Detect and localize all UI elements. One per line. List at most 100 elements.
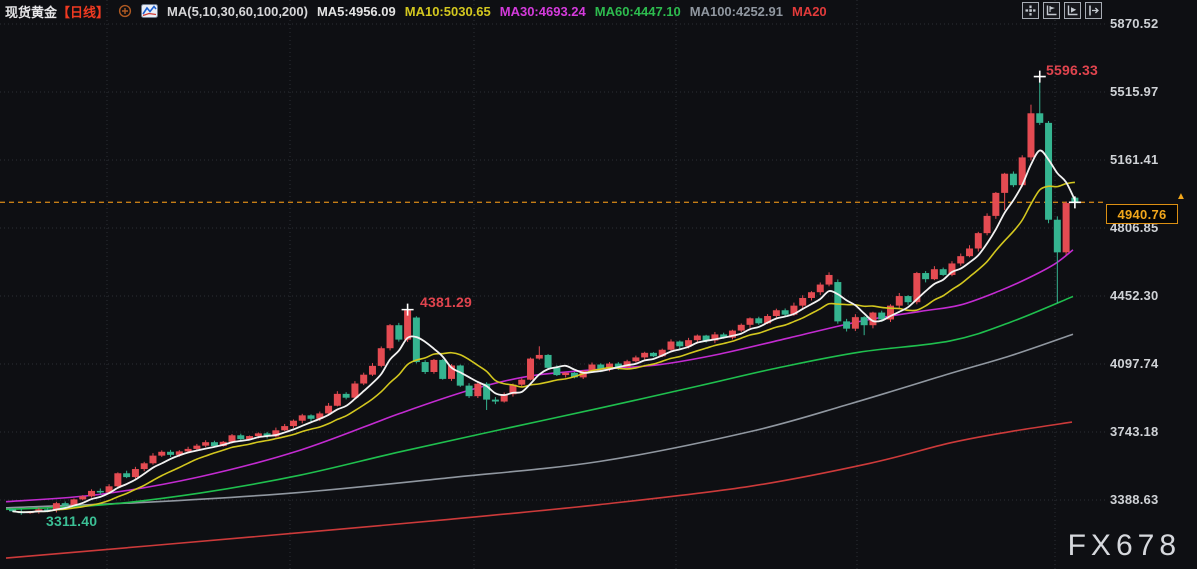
ma30-line: [6, 250, 1073, 502]
candle-body: [1027, 113, 1034, 157]
candle-body: [413, 318, 420, 362]
timeframe-label[interactable]: 【日线】: [57, 5, 109, 20]
axis-tick-label: 3743.18: [1110, 424, 1158, 439]
candle-body: [808, 292, 815, 298]
high-label: 5596.33: [1046, 62, 1098, 78]
candle-body: [931, 269, 938, 279]
candle-body: [290, 421, 297, 426]
instrument-group: 现货黄金【日线】: [5, 2, 109, 21]
candle-body: [395, 325, 402, 339]
candle-body: [167, 452, 174, 455]
candle-body: [966, 248, 973, 256]
candle-body: [799, 298, 806, 306]
candle-body: [378, 348, 385, 366]
candle-body: [255, 433, 262, 436]
candle-body: [553, 368, 560, 375]
candle-body: [141, 463, 148, 469]
chart-toolbar: [1022, 2, 1102, 19]
ma10-line: [13, 182, 1075, 512]
candle-body: [668, 342, 675, 350]
candle-body: [1010, 174, 1017, 186]
chart-logo-icon: [141, 4, 158, 18]
candle-body: [149, 456, 156, 464]
candle-body: [132, 469, 139, 477]
ma10-value: MA10:5030.65: [405, 4, 491, 19]
last-price-tag: 4940.76: [1106, 204, 1178, 224]
candle-body: [439, 360, 446, 379]
candle-body: [492, 400, 499, 402]
candle-body: [817, 285, 824, 293]
plus-circle-icon[interactable]: [118, 4, 132, 18]
ma100-value: MA100:4252.91: [690, 4, 783, 19]
candle-body: [474, 384, 481, 396]
ma60-line: [6, 296, 1073, 509]
candle-body: [676, 342, 683, 347]
candle-body: [650, 353, 657, 356]
candle-body: [97, 491, 104, 493]
candle-body: [984, 216, 991, 233]
candle-body: [281, 426, 288, 430]
candle-body: [782, 310, 789, 314]
candle-body: [878, 313, 885, 320]
candle-body: [1063, 203, 1070, 252]
candle-body: [992, 193, 999, 216]
cross-marker: [402, 304, 414, 316]
candle-body: [755, 318, 762, 323]
candle-body: [545, 355, 552, 368]
trading-chart-app: 现货黄金【日线】 MA(5,10,30,60,100,200) MA5:4956…: [0, 0, 1197, 569]
axis-tick-label: 4452.30: [1110, 288, 1158, 303]
candle-body: [237, 435, 244, 439]
ma5-line: [13, 150, 1075, 512]
ma5-value: MA5:4956.09: [317, 4, 396, 19]
axis-tick-label: 5515.97: [1110, 84, 1158, 99]
axis-tick-label: 4097.74: [1110, 356, 1158, 371]
candle-body: [834, 282, 841, 321]
cross-marker: [1034, 71, 1046, 83]
exit-right-icon[interactable]: [1085, 2, 1102, 19]
candle-body: [527, 359, 534, 380]
candle-body: [114, 473, 121, 486]
candle-body: [641, 353, 648, 358]
candle-body: [308, 415, 315, 418]
candle-body: [79, 496, 86, 499]
candle-body: [957, 256, 964, 263]
candle-body: [334, 394, 341, 406]
last-price-value: 4940.76: [1117, 207, 1166, 222]
candle-body: [325, 406, 332, 414]
chart-plot-area[interactable]: [0, 0, 1197, 569]
candle-body: [940, 269, 947, 275]
ma60-value: MA60:4447.10: [595, 4, 681, 19]
candle-body: [430, 360, 437, 372]
chart-header: 现货黄金【日线】 MA(5,10,30,60,100,200) MA5:4956…: [5, 2, 827, 20]
candle-body: [202, 442, 209, 445]
candle-body: [694, 336, 701, 341]
price-up-arrow-icon: ▲: [1176, 192, 1186, 202]
candle-body: [747, 318, 754, 325]
axis-tick-label: 5161.41: [1110, 152, 1158, 167]
candle-body: [369, 366, 376, 375]
candle-body: [861, 317, 868, 325]
cross-marker: [1069, 196, 1081, 208]
candle-body: [852, 317, 859, 329]
candle-body: [562, 373, 569, 375]
candle-body: [975, 233, 982, 248]
candle-body: [299, 415, 306, 420]
ma30-value: MA30:4693.24: [500, 4, 586, 19]
move-crosshair-icon[interactable]: [1022, 2, 1039, 19]
candle-body: [922, 273, 929, 279]
axis-flag-icon[interactable]: [1043, 2, 1060, 19]
candle-body: [738, 325, 745, 331]
candle-body: [158, 452, 165, 456]
candle-body: [905, 296, 912, 302]
low-label: 3311.40: [46, 513, 97, 529]
candle-body: [843, 321, 850, 328]
candle-body: [62, 503, 69, 505]
candle-body: [826, 275, 833, 285]
ma200-line: [6, 422, 1072, 558]
candle-body: [518, 380, 525, 385]
candle-body: [632, 357, 639, 361]
axis-tick-label: 3388.63: [1110, 492, 1158, 507]
axis-play-icon[interactable]: [1064, 2, 1081, 19]
ma20-value: MA20: [792, 4, 827, 19]
candle-body: [466, 386, 473, 397]
